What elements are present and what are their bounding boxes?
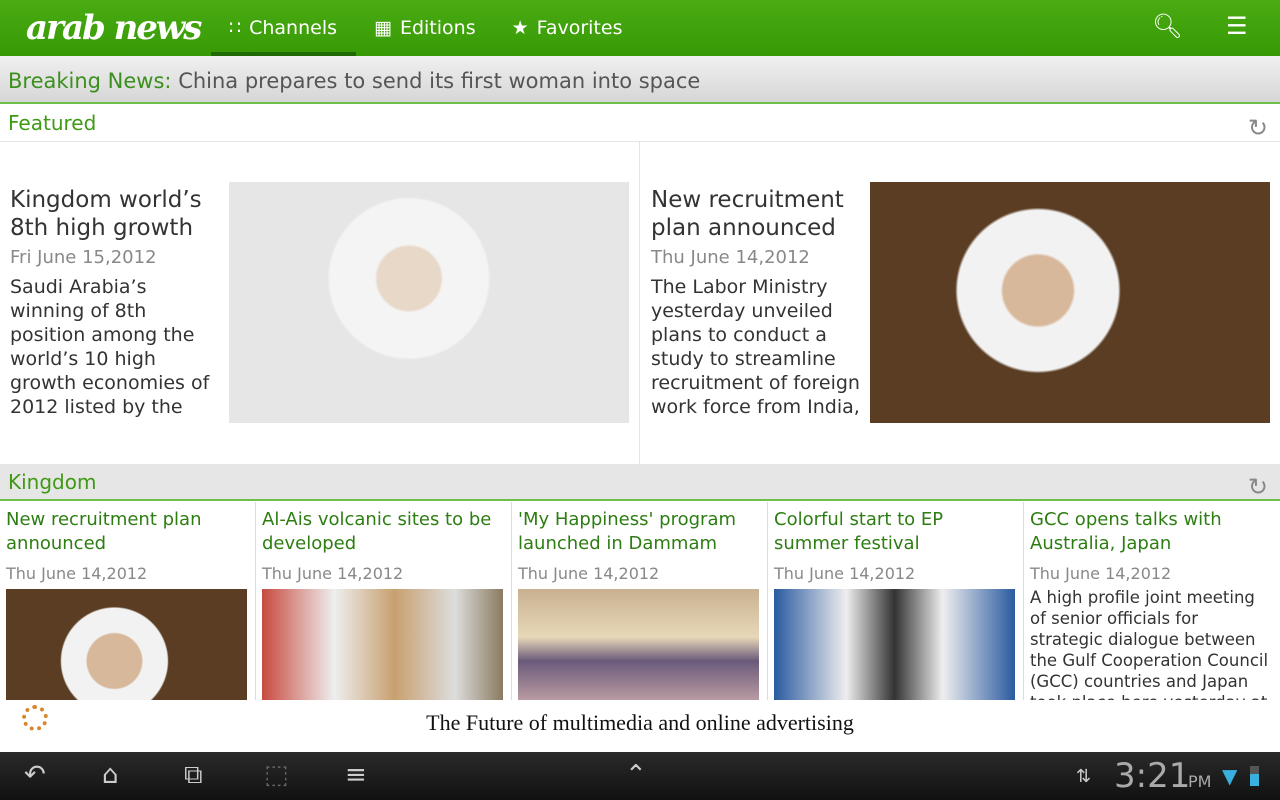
ad-banner[interactable]: The Future of multimedia and online adve… <box>0 700 1280 752</box>
card-date: Thu June 14,2012 <box>262 564 404 583</box>
chevron-up-icon[interactable]: ⌃ <box>625 760 647 790</box>
app-logo[interactable]: arab news <box>26 8 211 48</box>
card-date: Thu June 14,2012 <box>518 564 660 583</box>
tab-favorites[interactable]: ★ Favorites <box>494 0 641 56</box>
news-card[interactable]: 'My Happiness' program launched in Damma… <box>512 502 768 700</box>
home-icon[interactable]: ⌂ <box>102 760 119 790</box>
card-title: Colorful start to EP summer festival <box>774 509 944 554</box>
ad-text: The Future of multimedia and online adve… <box>426 710 854 735</box>
card-title: GCC opens talks with Australia, Japan <box>1030 509 1222 554</box>
article-date: Fri June 15,2012 <box>10 247 157 268</box>
recent-apps-icon[interactable]: ⧉ <box>184 760 203 791</box>
rss-icon: ∷ <box>229 17 242 39</box>
clock-ampm: PM <box>1188 772 1212 791</box>
tab-label: Favorites <box>536 17 623 39</box>
card-summary: A high profile joint meeting of senior o… <box>1030 588 1269 700</box>
sync-icon: ⇅ <box>1076 766 1092 787</box>
article-title: Kingdom world’s 8th high growth <box>10 187 202 241</box>
section-title: Featured <box>8 111 97 135</box>
featured-header: Featured ↻ <box>0 105 1280 142</box>
news-card[interactable]: New recruitment plan announced Thu June 1… <box>0 502 256 700</box>
refresh-icon[interactable]: ↻ <box>1248 110 1268 146</box>
news-card[interactable]: Colorful start to EP summer festival Thu … <box>768 502 1024 700</box>
card-title: 'My Happiness' program launched in Damma… <box>518 509 737 554</box>
news-card[interactable]: Al-Ais volcanic sites to be developed Thu… <box>256 502 512 700</box>
search-icon[interactable]: 🔍︎ <box>1152 12 1182 40</box>
card-title: Al-Ais volcanic sites to be developed <box>262 509 492 554</box>
card-image <box>262 589 503 700</box>
menu-icon[interactable]: ≡ <box>345 760 367 790</box>
section-title: Kingdom <box>8 470 97 494</box>
system-navigation-bar: ↶ ⌂ ⧉ ⬚ ≡ ⌃ ⇅ 3:21 PM ▼ <box>0 752 1280 800</box>
kingdom-header: Kingdom ↻ <box>0 464 1280 501</box>
star-icon: ★ <box>511 17 529 39</box>
news-card[interactable]: GCC opens talks with Australia, Japan Thu… <box>1024 502 1280 700</box>
card-image <box>518 589 759 700</box>
article-image <box>229 182 629 423</box>
refresh-icon[interactable]: ↻ <box>1248 469 1268 505</box>
wifi-icon: ▼ <box>1222 764 1238 788</box>
newspaper-icon: ▦ <box>374 17 392 39</box>
action-bar: arab news ∷ Channels ▦ Editions ★ Favorites… <box>0 0 1280 56</box>
featured-article[interactable]: New recruitment plan announced Thu June … <box>641 142 1280 464</box>
card-date: Thu June 14,2012 <box>6 564 148 583</box>
tab-editions[interactable]: ▦ Editions <box>356 0 494 56</box>
breaking-text: China prepares to send its first woman i… <box>178 69 701 93</box>
clock-time: 3:21 <box>1114 756 1191 796</box>
screenshot-icon[interactable]: ⬚ <box>264 760 289 790</box>
article-date: Thu June 14,2012 <box>651 247 810 268</box>
breaking-label: Breaking News: <box>8 69 172 93</box>
article-summary: The Labor Ministry yesterday unveiled pl… <box>651 276 860 418</box>
featured-article[interactable]: Kingdom world’s 8th high growth Fri June… <box>0 142 640 464</box>
tab-label: Channels <box>249 17 337 39</box>
card-date: Thu June 14,2012 <box>774 564 916 583</box>
menu-icon[interactable]: ☰ <box>1226 12 1248 40</box>
tab-label: Editions <box>399 17 476 39</box>
breaking-news-ticker[interactable]: Breaking News: China prepares to send it… <box>0 56 1280 104</box>
tab-channels[interactable]: ∷ Channels <box>211 0 356 56</box>
battery-icon <box>1250 766 1259 786</box>
card-title: New recruitment plan announced <box>6 509 202 554</box>
card-image <box>774 589 1015 700</box>
article-summary: Saudi Arabia’s winning of 8th position a… <box>10 276 210 418</box>
back-icon[interactable]: ↶ <box>24 760 46 790</box>
article-title: New recruitment plan announced <box>651 187 844 241</box>
article-image <box>870 182 1270 423</box>
card-image <box>6 589 247 700</box>
card-date: Thu June 14,2012 <box>1030 564 1172 583</box>
